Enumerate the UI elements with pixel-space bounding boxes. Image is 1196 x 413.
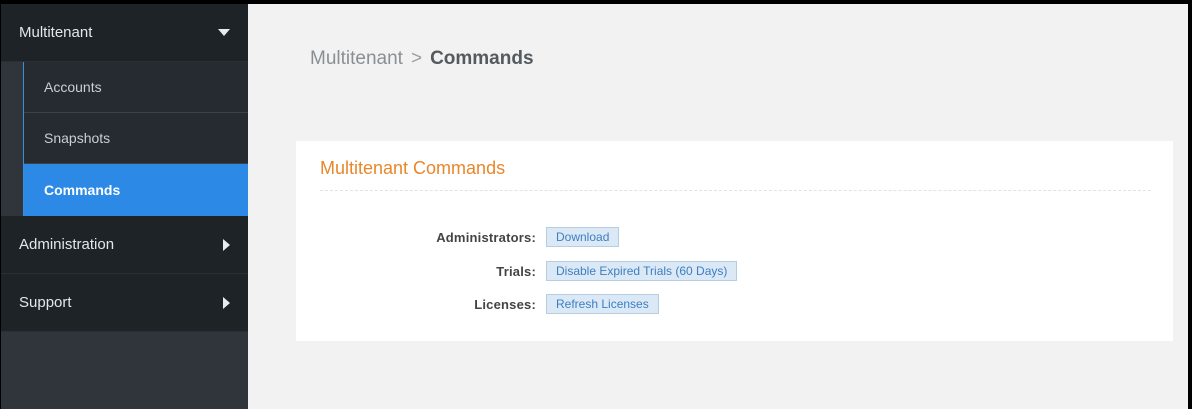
panel-title: Multitenant Commands (320, 158, 506, 178)
sidebar-section-label: Administration (19, 236, 115, 253)
app-window: Multitenant Accounts Snapshots Commands … (0, 0, 1192, 409)
command-row-licenses: Licenses: Refresh Licenses (296, 293, 659, 315)
command-label: Licenses: (474, 296, 536, 312)
panel-divider (320, 190, 1151, 191)
sidebar-section-label: Support (19, 294, 72, 311)
command-row-trials: Trials: Disable Expired Trials (60 Days) (296, 260, 738, 282)
sidebar-item-label: Commands (44, 182, 121, 198)
command-label: Trials: (496, 263, 536, 279)
command-row-administrators: Administrators: Download (296, 226, 620, 248)
download-button[interactable]: Download (546, 227, 620, 247)
chevron-right-icon (223, 238, 230, 251)
sidebar-item-label: Accounts (44, 79, 102, 95)
sidebar-item-snapshots[interactable]: Snapshots (24, 113, 248, 164)
sidebar-section-administration[interactable]: Administration (1, 216, 248, 274)
chevron-right-icon (223, 296, 230, 309)
breadcrumb: Multitenant > Commands (310, 48, 534, 70)
commands-panel: Multitenant Commands Administrators: Dow… (296, 141, 1173, 341)
main-content: Multitenant > Commands Multitenant Command… (248, 4, 1188, 409)
sidebar-section-label: Multitenant (19, 24, 93, 41)
command-label: Administrators: (436, 229, 536, 245)
breadcrumb-current: Commands (430, 48, 534, 69)
sidebar: Multitenant Accounts Snapshots Commands … (1, 4, 248, 409)
refresh-licenses-button[interactable]: Refresh Licenses (546, 294, 659, 314)
sidebar-background (1, 345, 248, 409)
sidebar-submenu: Accounts Snapshots Commands (23, 62, 248, 216)
breadcrumb-parent[interactable]: Multitenant (310, 48, 403, 69)
sidebar-item-accounts[interactable]: Accounts (24, 62, 248, 113)
sidebar-item-label: Snapshots (44, 130, 111, 146)
chevron-down-icon (218, 29, 230, 36)
sidebar-section-support[interactable]: Support (1, 274, 248, 332)
sidebar-item-commands[interactable]: Commands (24, 164, 248, 216)
sidebar-section-multitenant[interactable]: Multitenant (1, 4, 248, 62)
disable-expired-trials-button[interactable]: Disable Expired Trials (60 Days) (546, 261, 738, 281)
breadcrumb-separator: > (410, 48, 423, 69)
